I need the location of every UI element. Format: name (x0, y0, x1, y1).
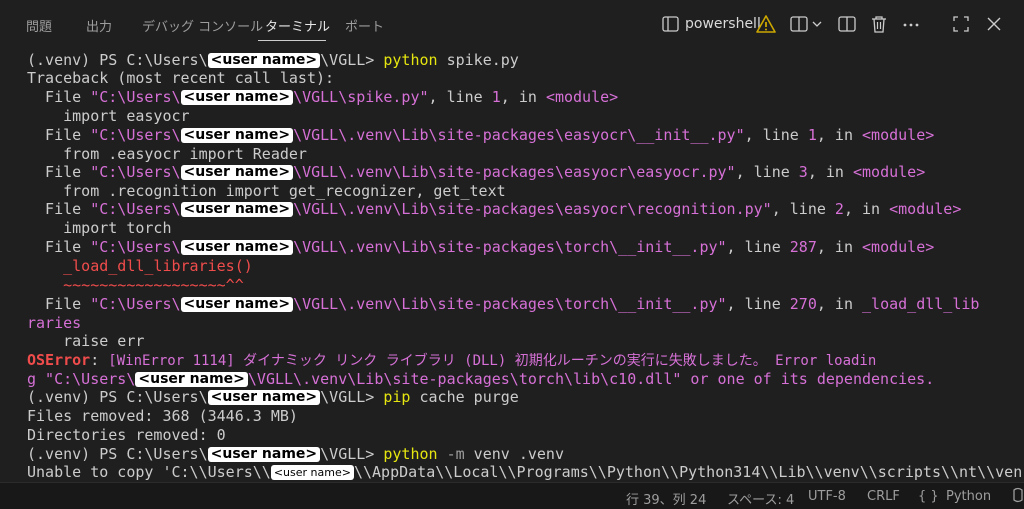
terminal-output[interactable]: (.venv) PS C:\Users\ <user name> \VGLL> py… (0, 48, 1024, 482)
status-bar: 行 39、列 24 スペース: 4 UTF-8 CRLF { } Python (0, 482, 1024, 509)
masked-username: <user name> (180, 165, 294, 180)
masked-username: <user name> (207, 390, 321, 405)
tab-terminal[interactable]: ターミナル (265, 16, 330, 35)
maximize-icon[interactable] (950, 13, 972, 35)
shell-name[interactable]: powershell (685, 16, 761, 32)
indentation-setting[interactable]: スペース: 4 (727, 489, 794, 508)
terminal-line: File "C:\Users\ <user name> \VGLL\.venv\Li… (27, 200, 962, 218)
eol-setting[interactable]: CRLF (867, 489, 900, 504)
tab-output[interactable]: 出力 (86, 16, 112, 35)
tab-debug-console[interactable]: デバッグ コンソール (142, 16, 263, 35)
terminal-line: g "C:\Users\ <user name> \VGLL\.venv\Lib\s… (27, 370, 935, 388)
panel-tab-bar: 問題 出力 デバッグ コンソール ターミナル ポート powershell (0, 0, 1024, 48)
terminal-line: File "C:\Users\ <user name> \VGLL\.venv\Li… (27, 238, 935, 256)
terminal-line: File "C:\Users\ <user name> \VGLL\.venv\Li… (27, 126, 935, 144)
terminal-line: (.venv) PS C:\Users\ <user name> \VGLL> py… (27, 445, 564, 463)
masked-username: <user name> (180, 128, 294, 143)
masked-username: <user name> (180, 297, 294, 312)
split-terminal-icon[interactable] (788, 13, 810, 35)
tab-ports[interactable]: ポート (345, 16, 384, 35)
terminal-line: from .recognition import get_recognizer,… (27, 182, 506, 200)
cursor-position[interactable]: 行 39、列 24 (626, 489, 706, 508)
chevron-down-icon[interactable] (810, 13, 824, 35)
terminal-line: import easyocr (27, 107, 190, 125)
terminal-line: raise err (27, 332, 145, 350)
terminal-line: File "C:\Users\ <user name> \VGLL\.venv\Li… (27, 295, 980, 313)
masked-username: <user name> (207, 53, 321, 68)
masked-username: <user name> (135, 372, 248, 387)
language-mode[interactable]: Python (946, 489, 991, 504)
close-icon[interactable] (983, 13, 1005, 35)
terminal-icon[interactable] (660, 13, 682, 35)
terminal-line: ~~~~~~~~~~~~~~~~~~^^ (63, 276, 244, 294)
terminal-line: File "C:\Users\ <user name> \VGLL\.venv\Li… (27, 163, 926, 181)
terminal-line: (.venv) PS C:\Users\ <user name> \VGLL> py… (27, 51, 519, 69)
terminal-line: Unable to copy 'C:\\Users\\ <user name> \\… (27, 463, 1023, 481)
vscode-panel: 問題 出力 デバッグ コンソール ターミナル ポート powershell (.… (0, 0, 1024, 509)
terminal-line: Directories removed: 0 (27, 426, 226, 444)
notifications-icon[interactable] (1012, 487, 1024, 509)
terminal-line: OSError: [WinError 1114] ダイナミック リンク ライブラ… (27, 351, 877, 369)
masked-username: <user name> (180, 90, 294, 105)
layout-icon[interactable] (836, 13, 858, 35)
terminal-line: File "C:\Users\ <user name> \VGLL\spike.py… (27, 88, 619, 106)
active-tab-indicator (258, 40, 326, 41)
terminal-line: _load_dll_libraries() (63, 257, 253, 275)
masked-username: <user name> (180, 202, 294, 217)
terminal-line: raries (27, 314, 82, 332)
terminal-line: Traceback (most recent call last): (27, 69, 335, 87)
terminal-line: import torch (27, 219, 172, 237)
more-icon[interactable] (900, 13, 922, 35)
warning-icon[interactable] (755, 13, 777, 35)
trash-icon[interactable] (868, 13, 890, 35)
masked-username: <user name> (270, 465, 354, 480)
terminal-line: Files removed: 368 (3446.3 MB) (27, 407, 298, 425)
masked-username: <user name> (180, 240, 294, 255)
masked-username: <user name> (207, 447, 321, 462)
tab-problems[interactable]: 問題 (26, 16, 52, 35)
language-braces-icon[interactable]: { } (918, 489, 939, 504)
encoding-setting[interactable]: UTF-8 (808, 489, 846, 504)
terminal-line: from .easyocr import Reader (27, 145, 307, 163)
terminal-line: (.venv) PS C:\Users\ <user name> \VGLL> pi… (27, 388, 519, 406)
